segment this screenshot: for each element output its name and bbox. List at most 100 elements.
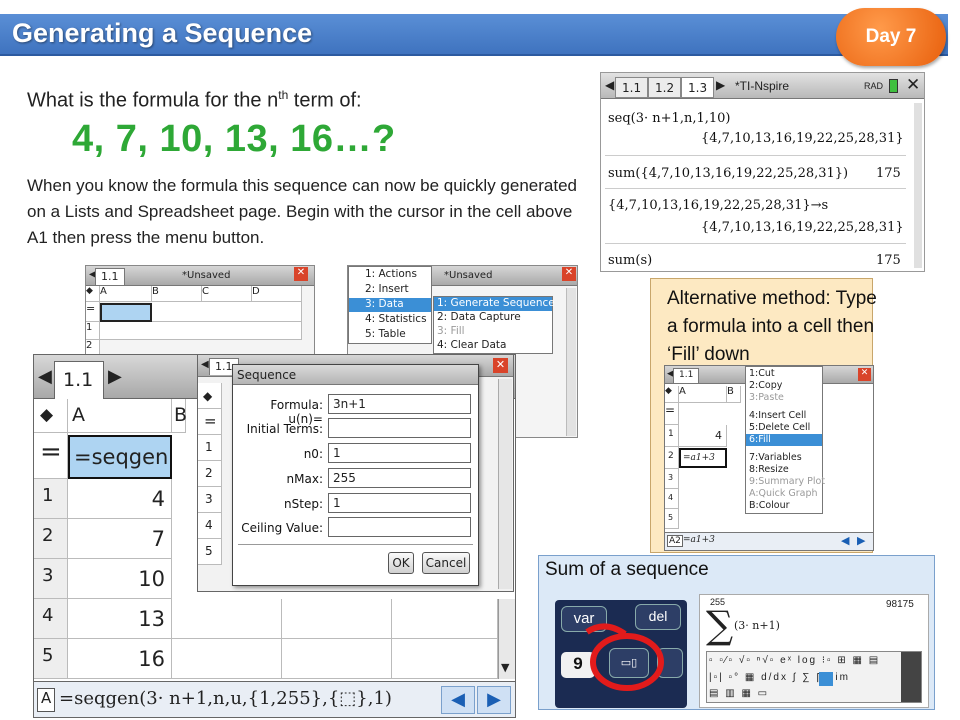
question-prefix: What is the formula for the n bbox=[27, 89, 279, 112]
question-sup: th bbox=[278, 88, 289, 102]
tab-1-1[interactable]: 1.1 bbox=[95, 268, 125, 285]
tab-1-1[interactable]: 1.1 bbox=[673, 368, 700, 383]
scrollbar[interactable] bbox=[566, 288, 576, 436]
menu-item-delete-cell[interactable]: 5:Delete Cell bbox=[746, 422, 822, 434]
prev-arrow-icon[interactable]: ◀ bbox=[441, 686, 475, 714]
cell-a1[interactable]: 4 bbox=[679, 425, 727, 447]
history-input-4[interactable]: sum(s) bbox=[608, 253, 652, 268]
cell[interactable] bbox=[152, 302, 302, 322]
entry-formula[interactable]: =seqgen(3· n+1,n,u,{1,255},{⬚},1) bbox=[59, 688, 392, 709]
column-header-b[interactable]: B bbox=[152, 286, 202, 302]
cell-a4[interactable]: 13 bbox=[68, 599, 172, 639]
menu-item-actions[interactable]: 1: Actions bbox=[349, 268, 431, 282]
close-icon[interactable]: ✕ bbox=[493, 358, 508, 373]
close-icon[interactable]: ✕ bbox=[294, 267, 308, 281]
formula-cell[interactable]: =seqgen( bbox=[68, 435, 172, 479]
n0-input[interactable]: 1 bbox=[328, 443, 471, 463]
right-arrow-icon[interactable]: ▶ bbox=[108, 366, 122, 387]
menu-item-data[interactable]: 3: Data bbox=[349, 298, 431, 312]
formula-cell[interactable] bbox=[100, 303, 152, 322]
column-header-a[interactable]: A bbox=[100, 286, 152, 302]
tab-1-3[interactable]: 1.3 bbox=[681, 77, 715, 98]
menu-item-quick-graph[interactable]: A:Quick Graph bbox=[746, 488, 822, 500]
initial-terms-input[interactable] bbox=[328, 418, 471, 438]
menu-item-insert[interactable]: 2: Insert bbox=[349, 283, 431, 297]
left-arrow-icon[interactable]: ◀ bbox=[201, 359, 209, 370]
menu-item-clear-data[interactable]: 4: Clear Data bbox=[434, 339, 552, 353]
menu-item-paste[interactable]: 3:Paste bbox=[746, 392, 822, 404]
row-1[interactable] bbox=[100, 322, 302, 340]
entry-line[interactable]: A2 =a1+3 ◀ ▶ bbox=[665, 532, 873, 550]
next-arrow-icon[interactable]: ▶ bbox=[857, 534, 865, 547]
menu-item-resize[interactable]: 8:Resize bbox=[746, 464, 822, 476]
scroll-down-icon[interactable]: ▼ bbox=[501, 661, 509, 674]
nstep-label: nStep: bbox=[284, 497, 323, 511]
close-icon[interactable]: ✕ bbox=[562, 267, 576, 281]
right-arrow-icon[interactable]: ▶ bbox=[716, 78, 725, 92]
cell[interactable] bbox=[172, 639, 282, 679]
cell-a2[interactable]: =a1+3 bbox=[679, 448, 727, 468]
scrollbar[interactable]: ▼ bbox=[498, 599, 515, 679]
cell-a1[interactable]: 4 bbox=[68, 479, 172, 519]
template-icons-row-1[interactable]: ▫ ▫⁄▫ √▫ ⁿ√▫ eˣ log ⁝▫ ⊞ ▦ ▤ bbox=[709, 655, 880, 666]
history-input-2[interactable]: sum({4,7,10,13,16,19,22,25,28,31}) bbox=[608, 166, 848, 181]
small-spreadsheet-screen: ◀ 1.1 *Unsaved ✕ ◆ A B C D = 1 2 bbox=[85, 265, 315, 355]
column-header-b[interactable]: B bbox=[727, 386, 741, 403]
cell[interactable] bbox=[172, 599, 282, 639]
column-header-c[interactable]: C bbox=[202, 286, 252, 302]
scrollbar[interactable] bbox=[498, 379, 512, 589]
cell[interactable] bbox=[282, 639, 392, 679]
entry-cell-ref: A2 bbox=[667, 535, 683, 547]
close-icon[interactable]: ✕ bbox=[858, 368, 871, 381]
menu-item-cut[interactable]: 1:Cut bbox=[746, 368, 822, 380]
template-palette[interactable]: ▫ ▫⁄▫ √▫ ⁿ√▫ eˣ log ⁝▫ ⊞ ▦ ▤ |▫| ▫° ▦ d/… bbox=[706, 651, 922, 703]
prev-arrow-icon[interactable]: ◀ bbox=[841, 534, 849, 547]
next-arrow-icon[interactable]: ▶ bbox=[477, 686, 511, 714]
scrollbar[interactable] bbox=[914, 103, 922, 268]
entry-line[interactable]: A =seqgen(3· n+1,n,u,{1,255},{⬚},1) ◀ ▶ bbox=[34, 681, 515, 717]
left-arrow-icon[interactable]: ◀ bbox=[605, 78, 614, 92]
tab-1-1[interactable]: 1.1 bbox=[54, 361, 104, 399]
history-input-3[interactable]: {4,7,10,13,16,19,22,25,28,31}→s bbox=[608, 198, 828, 213]
ok-button[interactable]: OK bbox=[388, 552, 414, 574]
menu-item-table[interactable]: 5: Table bbox=[349, 328, 431, 342]
tab-1-1[interactable]: 1.1 bbox=[615, 77, 649, 98]
row-header-2: 2 bbox=[198, 461, 222, 487]
menu-item-summary-plot[interactable]: 9:Summary Plot bbox=[746, 476, 825, 488]
formula-input[interactable]: 3n+1 bbox=[328, 394, 471, 414]
cell-a3[interactable]: 10 bbox=[68, 559, 172, 599]
menu-item-copy[interactable]: 2:Copy bbox=[746, 380, 822, 392]
cancel-button[interactable]: Cancel bbox=[422, 552, 470, 574]
cell[interactable] bbox=[392, 639, 498, 679]
menu-item-insert-cell[interactable]: 4:Insert Cell bbox=[746, 410, 822, 422]
column-header-a[interactable]: A bbox=[679, 386, 727, 403]
palette-scrollbar[interactable] bbox=[901, 652, 921, 702]
menu-item-statistics[interactable]: 4: Statistics bbox=[349, 313, 431, 327]
nstep-input[interactable]: 1 bbox=[328, 493, 471, 513]
column-header-b[interactable]: B bbox=[172, 399, 187, 433]
entry-formula[interactable]: =a1+3 bbox=[683, 535, 715, 545]
menu-item-fill[interactable]: 3: Fill bbox=[434, 325, 552, 339]
cell-a5[interactable]: 16 bbox=[68, 639, 172, 679]
cell-a2[interactable]: 7 bbox=[68, 519, 172, 559]
menu-item-variables[interactable]: 7:Variables bbox=[746, 452, 822, 464]
left-arrow-icon[interactable]: ◀ bbox=[38, 366, 52, 387]
menu-item-fill[interactable]: 6:Fill bbox=[746, 434, 822, 446]
ceiling-value-input[interactable] bbox=[328, 517, 471, 537]
history-output-4: 175 bbox=[876, 253, 901, 268]
column-header-d[interactable]: D bbox=[252, 286, 302, 302]
template-icons-row-3[interactable]: ▤ ▥ ▦ ▭ bbox=[709, 688, 769, 699]
menu-item-colour[interactable]: B:Colour bbox=[746, 500, 822, 512]
row-header-4: 4 bbox=[198, 513, 222, 539]
column-header-a[interactable]: A bbox=[68, 399, 172, 433]
menu-item-data-capture[interactable]: 2: Data Capture bbox=[434, 311, 552, 325]
history-input-1[interactable]: seq(3· n+1,n,1,10) bbox=[608, 111, 730, 126]
menu-item-generate-sequence[interactable]: 1: Generate Sequence bbox=[434, 297, 555, 311]
cell[interactable] bbox=[282, 599, 392, 639]
nmax-input[interactable]: 255 bbox=[328, 468, 471, 488]
row-header-5: 5 bbox=[665, 509, 679, 529]
cell[interactable] bbox=[392, 599, 498, 639]
selected-template-icon[interactable] bbox=[819, 672, 833, 686]
tab-1-2[interactable]: 1.2 bbox=[648, 77, 682, 98]
close-icon[interactable]: ✕ bbox=[906, 75, 920, 95]
